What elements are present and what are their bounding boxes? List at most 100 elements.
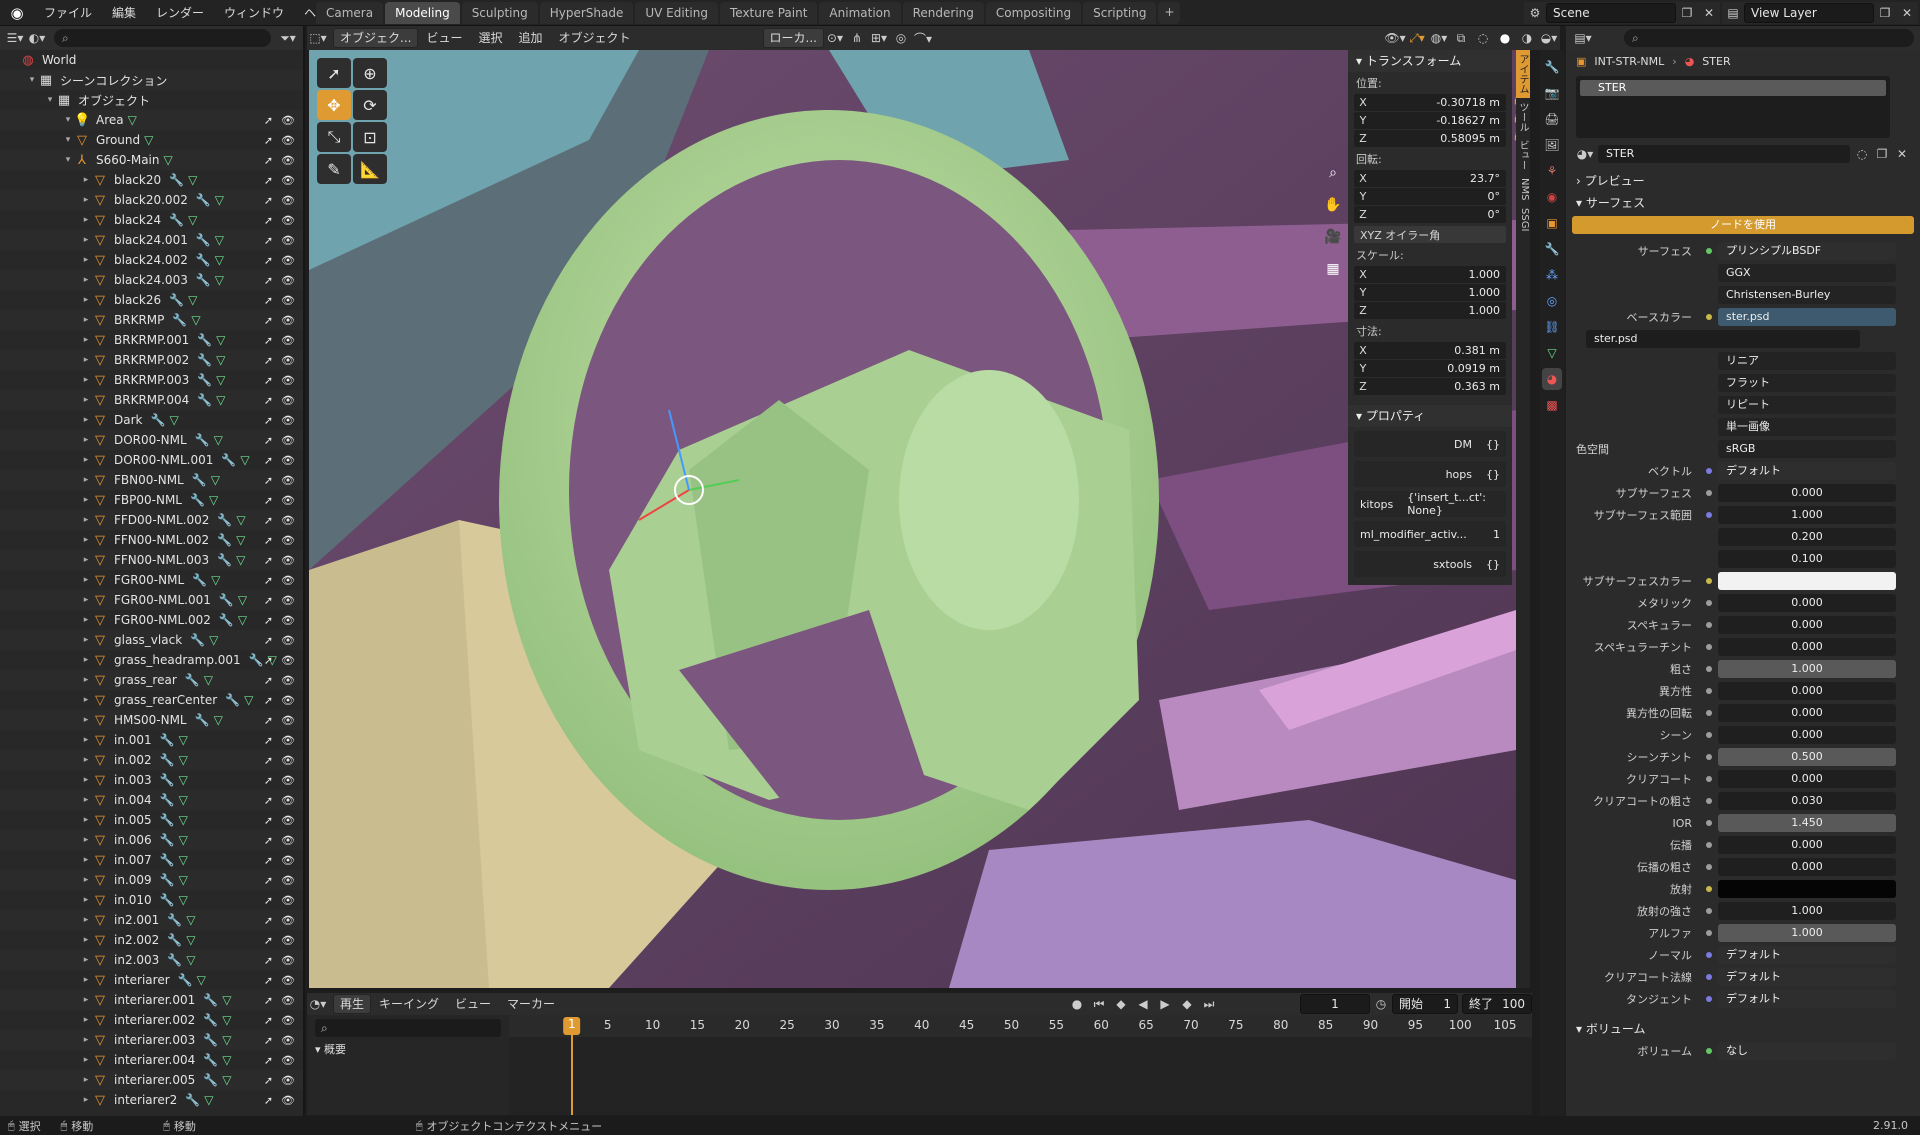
- mesh-data-icon[interactable]: ▽: [179, 873, 188, 887]
- custom-property-row[interactable]: ml_modifier_activ... 1: [1354, 521, 1506, 547]
- selectable-icon[interactable]: ➚: [264, 194, 273, 207]
- outliner-row[interactable]: ▸ ▽ grass_rear 🔧 ▽ ➚ 👁: [0, 670, 303, 690]
- 3d-viewport[interactable]: ➚ ⊕ ✥ ⟳ ⤡ ⊡ ✎ 📐 Z X Y ⌕ ✋ 🎥 ▦: [309, 50, 1516, 988]
- expand-arrow-icon[interactable]: ▸: [80, 355, 92, 365]
- expand-arrow-icon[interactable]: ▸: [80, 695, 92, 705]
- expand-arrow-icon[interactable]: ▸: [80, 615, 92, 625]
- bsdf-input-field[interactable]: 0.000: [1718, 726, 1896, 744]
- mesh-data-icon[interactable]: ▽: [188, 293, 197, 307]
- outliner-row[interactable]: ▸ ▽ FBN00-NML 🔧 ▽ ➚ 👁: [0, 470, 303, 490]
- measure-tool-icon[interactable]: 📐: [353, 154, 387, 184]
- mesh-data-icon[interactable]: ▽: [179, 893, 188, 907]
- outliner-row[interactable]: ▸ ▽ BRKRMP.003 🔧 ▽ ➚ 👁: [0, 370, 303, 390]
- expand-arrow-icon[interactable]: ▸: [80, 275, 92, 285]
- bsdf-input-field[interactable]: 0.000: [1718, 704, 1896, 722]
- summary-channel[interactable]: ▾ 概要: [307, 1041, 509, 1057]
- eye-icon[interactable]: 👁: [281, 1014, 295, 1027]
- modifier-icon[interactable]: 🔧: [172, 313, 187, 327]
- outliner-row[interactable]: ▸ ▽ in.005 🔧 ▽ ➚ 👁: [0, 810, 303, 830]
- expand-arrow-icon[interactable]: ▸: [80, 195, 92, 205]
- selectable-icon[interactable]: ➚: [264, 354, 273, 367]
- bsdf-input-field[interactable]: 0.500: [1718, 748, 1896, 766]
- modifier-icon[interactable]: 🔧: [219, 613, 234, 627]
- mesh-data-icon[interactable]: ▽: [128, 113, 137, 127]
- bsdf-input-field[interactable]: 0.030: [1718, 792, 1896, 810]
- eye-icon[interactable]: 👁: [281, 554, 295, 567]
- overlay-icon[interactable]: ◍▾: [1428, 28, 1450, 48]
- outliner-row[interactable]: ▸ ▽ FFN00-NML.002 🔧 ▽ ➚ 👁: [0, 530, 303, 550]
- object-tab-icon[interactable]: ▣: [1542, 212, 1562, 234]
- material-slot-list[interactable]: STER: [1576, 76, 1890, 138]
- material-name-field[interactable]: STER: [1598, 145, 1850, 163]
- eye-icon[interactable]: 👁: [281, 714, 295, 727]
- expand-arrow-icon[interactable]: ▸: [80, 895, 92, 905]
- selectable-icon[interactable]: ➚: [264, 494, 273, 507]
- tangent-field[interactable]: デフォルト: [1718, 990, 1896, 1008]
- outliner-row[interactable]: ▸ ▽ glass_vlack 🔧 ▽ ➚ 👁: [0, 630, 303, 650]
- particles-tab-icon[interactable]: ⁂: [1542, 264, 1562, 286]
- pan-hand-icon[interactable]: ✋: [1320, 192, 1346, 218]
- modifier-icon[interactable]: 🔧: [217, 553, 232, 567]
- annotate-tool-icon[interactable]: ✎: [317, 154, 351, 184]
- timeline[interactable]: ⌕ ▾ 概要 5 10 15 20 25 30 35 40 45 50 55 60 65 70 75 80 85…: [307, 1015, 1532, 1115]
- custom-property-row[interactable]: DM {}: [1354, 431, 1506, 457]
- mesh-data-icon[interactable]: ▽: [222, 1013, 231, 1027]
- selectable-icon[interactable]: ➚: [264, 594, 273, 607]
- outliner-row[interactable]: ▸ ▽ in2.003 🔧 ▽ ➚ 👁: [0, 950, 303, 970]
- expand-arrow-icon[interactable]: ▸: [80, 1095, 92, 1105]
- modifier-icon[interactable]: 🔧: [169, 213, 184, 227]
- view-menu[interactable]: ビュー: [418, 28, 470, 48]
- mesh-data-icon[interactable]: ▽: [144, 133, 153, 147]
- selectable-icon[interactable]: ➚: [264, 334, 273, 347]
- expand-arrow-icon[interactable]: ▸: [80, 415, 92, 425]
- selectable-icon[interactable]: ➚: [264, 434, 273, 447]
- outliner-search-input[interactable]: ⌕: [54, 29, 271, 47]
- marker-menu[interactable]: マーカー: [499, 994, 563, 1014]
- expand-arrow-icon[interactable]: ▸: [80, 335, 92, 345]
- material-tab-icon[interactable]: ◕: [1542, 368, 1562, 390]
- outliner-row[interactable]: ▸ ▽ black20.002 🔧 ▽ ➚ 👁: [0, 190, 303, 210]
- editor-type-icon[interactable]: ◔▾: [307, 994, 329, 1014]
- copy-scene-icon[interactable]: ❐: [1676, 3, 1698, 23]
- expand-arrow-icon[interactable]: ▸: [80, 295, 92, 305]
- eye-icon[interactable]: 👁: [281, 454, 295, 467]
- extension-dropdown[interactable]: リピート: [1718, 396, 1896, 414]
- transform-panel-title[interactable]: ▾ トランスフォーム: [1348, 50, 1512, 72]
- image-name-field[interactable]: ster.psd: [1586, 330, 1860, 348]
- workspace-tab[interactable]: Modeling: [385, 2, 460, 24]
- play-icon[interactable]: ▶: [1154, 994, 1176, 1014]
- mesh-data-icon[interactable]: ▽: [214, 433, 223, 447]
- bsdf-input-field[interactable]: 0.000: [1718, 616, 1896, 634]
- mesh-data-icon[interactable]: ▽: [209, 493, 218, 507]
- modifier-icon[interactable]: 🔧: [196, 193, 211, 207]
- selectable-icon[interactable]: ➚: [264, 134, 273, 147]
- modifier-icon[interactable]: 🔧: [195, 433, 210, 447]
- ss-radius-z[interactable]: 0.100: [1718, 550, 1896, 568]
- move-tool-icon[interactable]: ✥: [317, 90, 351, 120]
- scale-z[interactable]: Z 1.000: [1354, 302, 1506, 319]
- expand-arrow-icon[interactable]: ▸: [80, 955, 92, 965]
- selectable-icon[interactable]: ➚: [264, 1094, 273, 1107]
- expand-arrow-icon[interactable]: ▸: [80, 215, 92, 225]
- outliner-row[interactable]: ▸ ▽ DOR00-NML 🔧 ▽ ➚ 👁: [0, 430, 303, 450]
- playback-menu[interactable]: 再生: [333, 994, 372, 1014]
- snap-icon[interactable]: ⋔: [846, 28, 868, 48]
- modifier-icon[interactable]: 🔧: [217, 533, 232, 547]
- eye-icon[interactable]: 👁: [281, 494, 295, 507]
- eye-icon[interactable]: 👁: [281, 514, 295, 527]
- vector-field[interactable]: デフォルト: [1718, 462, 1896, 480]
- eye-icon[interactable]: 👁: [281, 254, 295, 267]
- eye-icon[interactable]: 👁: [281, 614, 295, 627]
- rotation-y[interactable]: Y 0°: [1354, 188, 1506, 205]
- xray-icon[interactable]: ⧉: [1450, 28, 1472, 48]
- expand-arrow-icon[interactable]: ▸: [80, 315, 92, 325]
- custom-property-row[interactable]: sxtools {}: [1354, 551, 1506, 577]
- expand-arrow-icon[interactable]: ▸: [80, 475, 92, 485]
- selectable-icon[interactable]: ➚: [264, 274, 273, 287]
- mesh-data-icon[interactable]: ▽: [169, 413, 178, 427]
- outliner-row[interactable]: ▸ ▽ grass_rearCenter 🔧 ▽ ➚ 👁: [0, 690, 303, 710]
- bsdf-input-field[interactable]: 1.000: [1718, 660, 1896, 678]
- expand-arrow-icon[interactable]: ▸: [80, 855, 92, 865]
- eye-icon[interactable]: 👁: [281, 294, 295, 307]
- expand-arrow-icon[interactable]: ▾: [62, 115, 74, 125]
